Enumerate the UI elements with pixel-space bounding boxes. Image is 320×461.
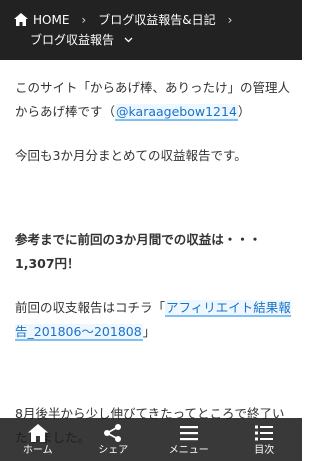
bottom-nav: ホーム シェア メニュー 目次 — [0, 418, 302, 461]
chevron-right-icon: › — [227, 12, 233, 27]
previous-report-prefix: 前回の収支報告はコチラ「 — [15, 300, 166, 315]
previous-earnings-paragraph: 参考までに前回の3か月間での収益は・・・1,307円！ — [15, 232, 262, 271]
menu-icon — [179, 426, 198, 441]
nav-menu-button[interactable]: メニュー — [151, 418, 227, 461]
breadcrumb-home-link[interactable]: HOME — [33, 13, 69, 27]
intro-paragraph: このサイト「からあげ棒、ありったけ」の管理人からあげ棒です（@karaagebo… — [15, 76, 291, 124]
breadcrumb: HOME › ブログ収益報告&日記 › ブログ収益報告 — [0, 0, 302, 60]
nav-toc-label: 目次 — [254, 445, 275, 456]
nav-toc-button[interactable]: 目次 — [227, 418, 303, 461]
breadcrumb-subcategory-link[interactable]: ブログ収益報告 — [30, 31, 114, 48]
nav-home-button[interactable]: ホーム — [0, 418, 76, 461]
nav-share-label: シェア — [98, 445, 129, 456]
chevron-down-icon[interactable] — [124, 35, 133, 44]
nav-home-label: ホーム — [22, 445, 53, 456]
home-icon — [14, 13, 28, 26]
toc-icon — [255, 425, 274, 441]
chevron-right-icon: › — [81, 12, 87, 27]
twitter-handle-link[interactable]: @karaagebow1214 — [115, 104, 238, 121]
share-icon — [104, 424, 122, 442]
previous-report-paragraph: 前回の収支報告はコチラ「アフィリエイト結果報告_201806～201808」 — [15, 296, 291, 344]
breadcrumb-category-link[interactable]: ブログ収益報告&日記 — [98, 11, 215, 28]
summary-paragraph: 今回も3か月分まとめての収益報告です。 — [15, 148, 247, 163]
previous-report-suffix: 」 — [142, 324, 156, 339]
breadcrumb-row-1: HOME › ブログ収益報告&日記 › — [14, 11, 244, 28]
nav-share-button[interactable]: シェア — [76, 418, 152, 461]
page: HOME › ブログ収益報告&日記 › ブログ収益報告 このサイト「からあげ棒、… — [0, 0, 302, 461]
home-icon — [27, 424, 48, 442]
breadcrumb-row-2: ブログ収益報告 — [30, 31, 133, 48]
nav-menu-label: メニュー — [168, 445, 209, 456]
intro-close: ） — [237, 104, 251, 119]
